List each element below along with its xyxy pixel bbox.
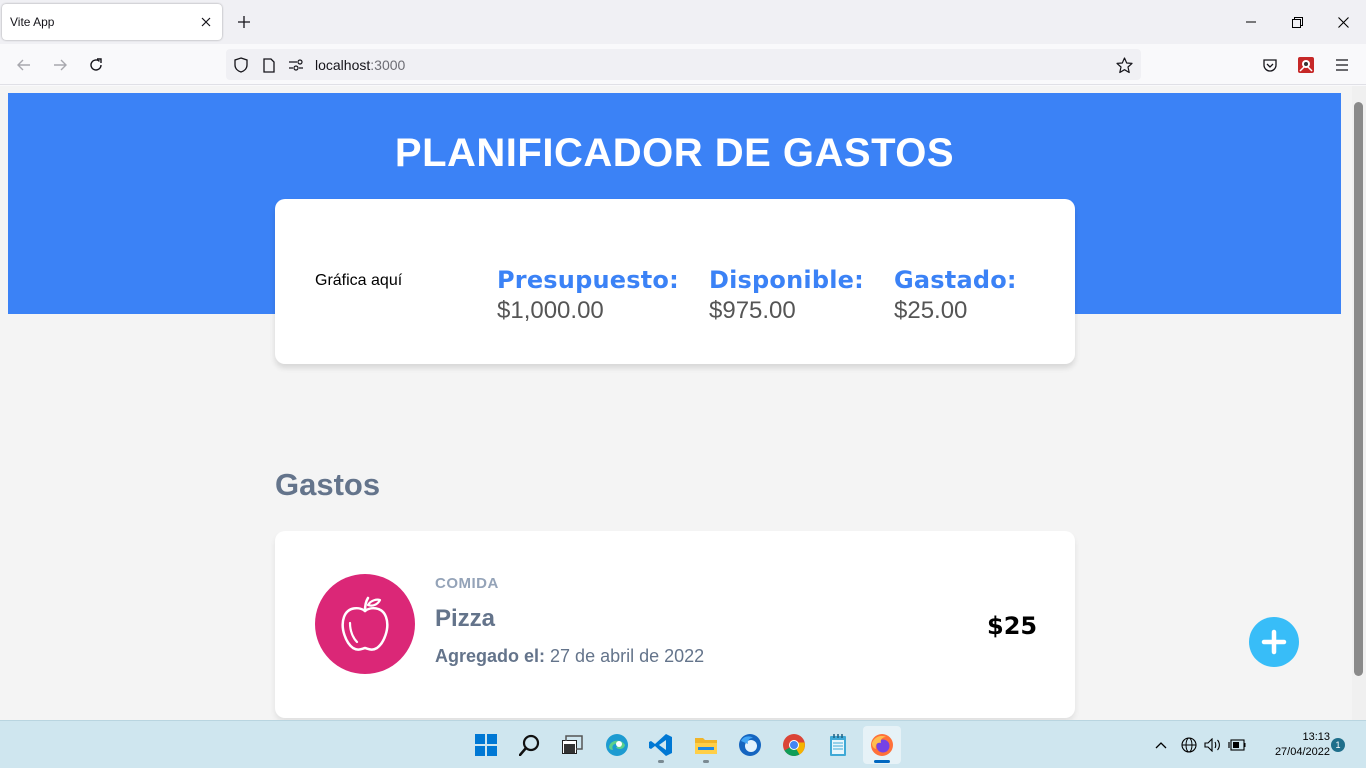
- extension-icon[interactable]: [1292, 52, 1320, 78]
- url-bar[interactable]: localhost:3000: [226, 49, 1141, 80]
- running-indicator: [658, 760, 664, 763]
- expense-date-value: 27 de abril de 2022: [550, 646, 705, 666]
- add-expense-button[interactable]: [1249, 617, 1299, 667]
- vscode-icon[interactable]: [642, 726, 680, 764]
- chart-placeholder: Gráfica aquí: [315, 272, 403, 289]
- url-port: :3000: [370, 57, 406, 73]
- start-icon[interactable]: [467, 726, 505, 764]
- apple-icon: [315, 574, 415, 674]
- restore-icon[interactable]: [1274, 0, 1320, 44]
- page-viewport: PLANIFICADOR DE GASTOS Gráfica aquí Pres…: [0, 86, 1352, 720]
- url-text[interactable]: localhost:3000: [315, 57, 405, 73]
- spent-value: $25.00: [894, 297, 968, 324]
- file-explorer-icon[interactable]: [687, 726, 725, 764]
- language-globe-icon[interactable]: [1179, 735, 1199, 755]
- clock-time: 13:13: [1302, 731, 1330, 743]
- taskbar: 13:13 27/04/2022 1: [0, 720, 1366, 768]
- expenses-section-title: Gastos: [275, 467, 381, 502]
- expense-category: COMIDA: [435, 575, 499, 592]
- tab-close-icon[interactable]: [198, 14, 214, 30]
- budget-value: $1,000.00: [497, 297, 604, 324]
- tab-title: Vite App: [10, 15, 55, 29]
- page-icon[interactable]: [260, 56, 278, 74]
- expense-name: Pizza: [435, 605, 496, 632]
- running-indicator: [703, 760, 709, 763]
- back-icon[interactable]: [10, 52, 38, 78]
- firefox-dev-icon[interactable]: [731, 726, 769, 764]
- spent-label: Gastado:: [894, 266, 1017, 294]
- spent-stat: Gastado: $25.00: [894, 266, 1017, 325]
- new-tab-icon[interactable]: [234, 12, 254, 32]
- budget-label: Presupuesto:: [497, 266, 679, 294]
- system-clock[interactable]: 13:13 27/04/2022: [1252, 730, 1330, 760]
- tab-bar: Vite App: [0, 0, 1366, 44]
- budget-card: Gráfica aquí Presupuesto: $1,000.00 Disp…: [275, 199, 1075, 364]
- reload-icon[interactable]: [82, 52, 110, 78]
- permissions-icon[interactable]: [287, 56, 305, 74]
- pocket-icon[interactable]: [1256, 52, 1284, 78]
- firefox-icon[interactable]: [863, 726, 901, 764]
- notification-badge[interactable]: 1: [1331, 738, 1345, 752]
- bookmark-star-icon[interactable]: [1115, 56, 1133, 74]
- page-title: PLANIFICADOR DE GASTOS: [394, 131, 955, 175]
- url-host: localhost: [315, 57, 371, 73]
- volume-icon[interactable]: [1203, 735, 1223, 755]
- shield-icon[interactable]: [232, 56, 250, 74]
- search-icon[interactable]: [511, 726, 549, 764]
- available-value: $975.00: [709, 297, 796, 324]
- forward-icon[interactable]: [46, 52, 74, 78]
- clock-date: 27/04/2022: [1274, 746, 1330, 758]
- expense-amount: $25: [987, 612, 1038, 640]
- notepad-icon[interactable]: [819, 726, 857, 764]
- chrome-icon[interactable]: [775, 726, 813, 764]
- scrollbar-thumb[interactable]: [1354, 102, 1363, 676]
- available-label: Disponible:: [709, 266, 864, 294]
- edge-icon[interactable]: [598, 726, 636, 764]
- menu-icon[interactable]: [1328, 52, 1356, 78]
- task-view-icon[interactable]: [553, 726, 591, 764]
- budget-stat: Presupuesto: $1,000.00: [497, 266, 679, 325]
- browser-tab[interactable]: Vite App: [2, 4, 222, 40]
- chevron-up-icon[interactable]: [1151, 735, 1171, 755]
- expense-item[interactable]: COMIDA Pizza Agregado el: 27 de abril de…: [275, 531, 1075, 718]
- navigation-toolbar: localhost:3000: [0, 44, 1366, 85]
- battery-icon[interactable]: [1227, 735, 1247, 755]
- minimize-icon[interactable]: [1228, 0, 1274, 44]
- expense-date-label: Agregado el:: [435, 646, 546, 666]
- available-stat: Disponible: $975.00: [709, 266, 864, 325]
- running-indicator: [874, 760, 890, 763]
- expense-date: Agregado el: 27 de abril de 2022: [435, 646, 704, 667]
- close-window-icon[interactable]: [1320, 0, 1366, 44]
